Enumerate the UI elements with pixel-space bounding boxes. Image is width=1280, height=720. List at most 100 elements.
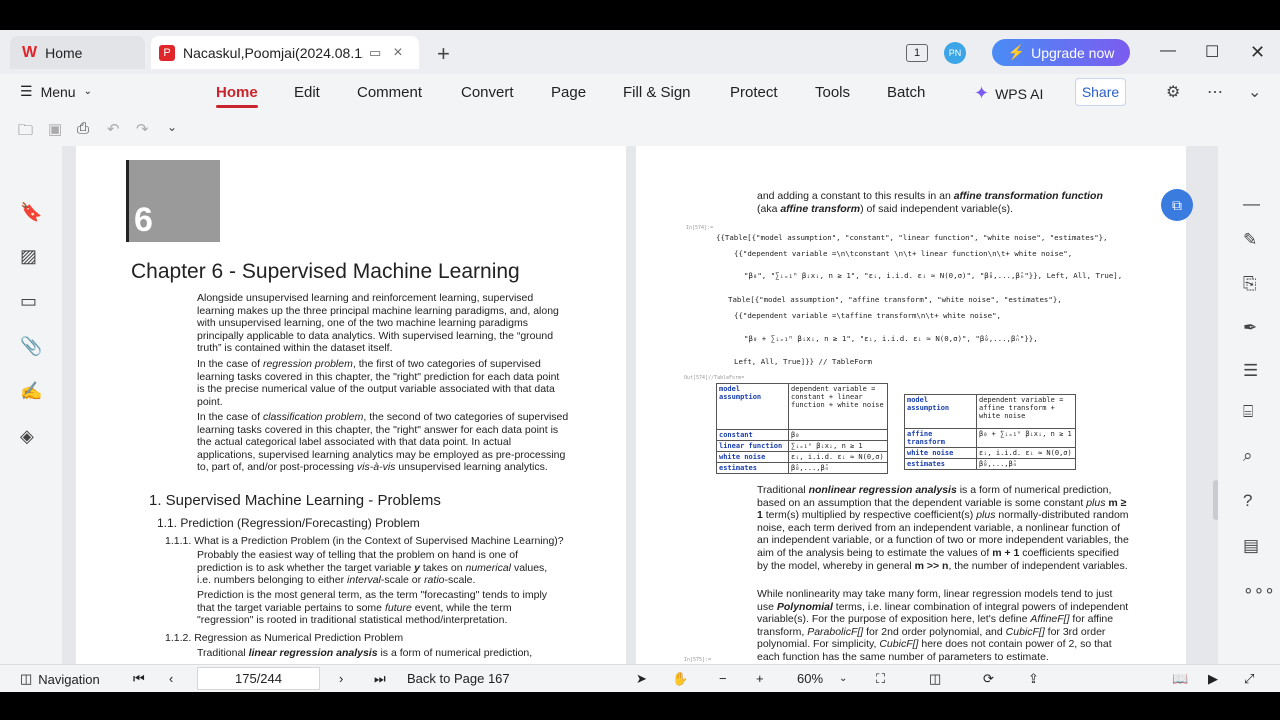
- first-page-icon[interactable]: ⏮: [133, 671, 145, 687]
- home-tab[interactable]: W Home: [10, 36, 145, 69]
- maximize-icon[interactable]: ☐: [1205, 42, 1219, 62]
- book-icon[interactable]: ▤: [1243, 536, 1259, 556]
- text-run-italic: AffineF[]: [1030, 613, 1070, 626]
- attachment-icon[interactable]: 📎: [20, 336, 42, 357]
- monitor-icon[interactable]: ▭: [369, 45, 381, 61]
- minus-icon[interactable]: —: [1243, 194, 1260, 214]
- text-run-italic: classification problem: [262, 411, 364, 423]
- play-icon[interactable]: ▶: [1208, 671, 1218, 687]
- close-tab-icon[interactable]: ×: [393, 44, 402, 62]
- document-tab-title: Nacaskul,Poomjai(2024.08.12): [183, 44, 363, 61]
- text-run-italic: regression problem: [262, 358, 353, 370]
- minimize-icon[interactable]: —: [1160, 42, 1176, 60]
- edit-pen-icon[interactable]: ✎: [1243, 230, 1257, 250]
- page-count-badge[interactable]: 1: [906, 44, 928, 62]
- read-mode-icon[interactable]: 📖: [1172, 671, 1188, 687]
- pdf-file-icon: P: [159, 44, 175, 61]
- tab-protect[interactable]: Protect: [730, 84, 778, 101]
- text-run-italic: interval: [347, 574, 381, 587]
- more-tools-icon[interactable]: ∘∘∘: [1243, 581, 1275, 601]
- text-run-italic: CubicF[]: [879, 638, 919, 651]
- text-run-italic: plus: [976, 509, 996, 522]
- text-run-italic: numerical: [465, 561, 512, 574]
- collapse-ribbon-icon[interactable]: ⌄: [1248, 82, 1261, 102]
- menu-button[interactable]: ☰ Menu ⌄: [20, 83, 92, 100]
- avatar-initials: PN: [948, 48, 962, 58]
- last-page-icon[interactable]: ⏭: [374, 671, 386, 687]
- text-run: term(s) multiplied by respective coeffic…: [762, 509, 977, 522]
- user-avatar[interactable]: PN: [944, 42, 966, 64]
- ocr-float-button[interactable]: ⧉: [1161, 189, 1193, 221]
- table-value: β̂₀,...,β̂ₙ: [976, 458, 1076, 470]
- bookmark-icon[interactable]: 🔖: [20, 202, 42, 223]
- search-icon[interactable]: ⌕: [1243, 446, 1253, 466]
- chapter-number-box: 6: [126, 160, 220, 242]
- table-row: model assumption dependent variable = aff…: [904, 394, 1076, 429]
- table-key: white noise: [904, 447, 977, 459]
- undo-icon[interactable]: ↶: [107, 120, 120, 138]
- new-tab-icon[interactable]: +: [437, 41, 450, 67]
- more-options-icon[interactable]: ⋯: [1207, 82, 1223, 102]
- polynomial-paragraph: While nonlinearity may take many form, l…: [757, 588, 1129, 664]
- tab-tools[interactable]: Tools: [815, 84, 850, 101]
- document-export-icon[interactable]: ⎘: [1243, 274, 1257, 294]
- back-to-page-link[interactable]: Back to Page 167: [407, 671, 510, 686]
- next-page-icon[interactable]: ›: [339, 671, 343, 686]
- tab-bar: W Home P Nacaskul,Poomjai(2024.08.12) ▭ …: [0, 30, 1280, 74]
- sparkle-icon: ✦: [974, 83, 990, 103]
- document-tab[interactable]: P Nacaskul,Poomjai(2024.08.12) ▭ ×: [151, 36, 419, 69]
- export-icon[interactable]: ⇪: [1028, 671, 1039, 687]
- tab-edit[interactable]: Edit: [294, 84, 320, 101]
- upgrade-button[interactable]: ⚡ Upgrade now: [992, 39, 1130, 66]
- share-button[interactable]: Share: [1075, 78, 1126, 106]
- tab-convert[interactable]: Convert: [461, 84, 514, 101]
- tab-comment[interactable]: Comment: [357, 84, 422, 101]
- pdf-page-right: and adding a constant to this results in…: [636, 146, 1186, 664]
- code-line-2: {{"dependent variable =\n\tconstant \n\t…: [734, 249, 1073, 258]
- page-number-input[interactable]: 175/244: [197, 667, 320, 690]
- select-cursor-icon[interactable]: ➤: [636, 671, 647, 687]
- save-icon[interactable]: ▣: [48, 120, 62, 138]
- table-key: estimates: [904, 458, 977, 470]
- tab-fill-sign[interactable]: Fill & Sign: [623, 84, 691, 101]
- section-heading-1-1-2: 1.1.2. Regression as Numerical Predictio…: [165, 632, 404, 644]
- open-folder-icon[interactable]: 🗀: [18, 120, 33, 145]
- tab-batch[interactable]: Batch: [887, 84, 925, 101]
- fullscreen-icon[interactable]: ⤢: [1244, 671, 1254, 687]
- thumbnail-icon[interactable]: ▨: [20, 246, 37, 267]
- translate-icon[interactable]: ☰: [1243, 361, 1258, 381]
- table-row: estimates β̂₀,...,β̂ₙ: [716, 462, 888, 474]
- table-row: constant β₀: [716, 429, 888, 441]
- comment-icon[interactable]: ▭: [20, 291, 37, 312]
- sign-icon[interactable]: ✒: [1243, 318, 1257, 338]
- pdf-page-left: 6 Chapter 6 - Supervised Machine Learnin…: [76, 146, 626, 664]
- customize-chevron-icon[interactable]: ⌄: [167, 120, 177, 134]
- document-viewport[interactable]: 6 Chapter 6 - Supervised Machine Learnin…: [62, 146, 1218, 664]
- chapter-number: 6: [134, 201, 153, 239]
- rotate-icon[interactable]: ⟳: [983, 671, 994, 687]
- previous-page-icon[interactable]: ‹: [169, 671, 173, 686]
- settings-gear-icon[interactable]: ⚙: [1166, 82, 1180, 102]
- text-run: (aka: [757, 202, 781, 215]
- navigation-button[interactable]: ◫ Navigation: [20, 671, 100, 687]
- page-layout-icon[interactable]: ◫: [929, 671, 941, 687]
- compare-icon[interactable]: ⌸: [1243, 402, 1253, 422]
- signature-icon[interactable]: ✍: [20, 381, 42, 402]
- layers-icon[interactable]: ◈: [20, 426, 34, 447]
- close-window-icon[interactable]: ✕: [1250, 42, 1265, 63]
- zoom-level-select[interactable]: 60% ⌄: [797, 671, 847, 686]
- redo-icon[interactable]: ↷: [136, 120, 149, 138]
- fit-page-icon[interactable]: ⛶: [876, 671, 885, 687]
- help-icon[interactable]: ?: [1243, 491, 1252, 511]
- tab-page[interactable]: Page: [551, 84, 586, 101]
- zoom-in-icon[interactable]: +: [756, 671, 764, 686]
- zoom-out-icon[interactable]: −: [719, 671, 727, 686]
- nonlinear-regression-paragraph: Traditional nonlinear regression analysi…: [757, 484, 1129, 572]
- hand-tool-icon[interactable]: ✋: [672, 671, 688, 687]
- table-value: β̂₀,...,β̂ₙ: [788, 462, 888, 474]
- chapter-title: Chapter 6 - Supervised Machine Learning: [131, 260, 520, 283]
- print-icon[interactable]: ⎙: [77, 120, 89, 137]
- wps-ai-button[interactable]: ✦ WPS AI: [974, 83, 1043, 104]
- tab-home[interactable]: Home: [216, 84, 258, 108]
- text-run: unsupervised learning analytics.: [395, 461, 548, 474]
